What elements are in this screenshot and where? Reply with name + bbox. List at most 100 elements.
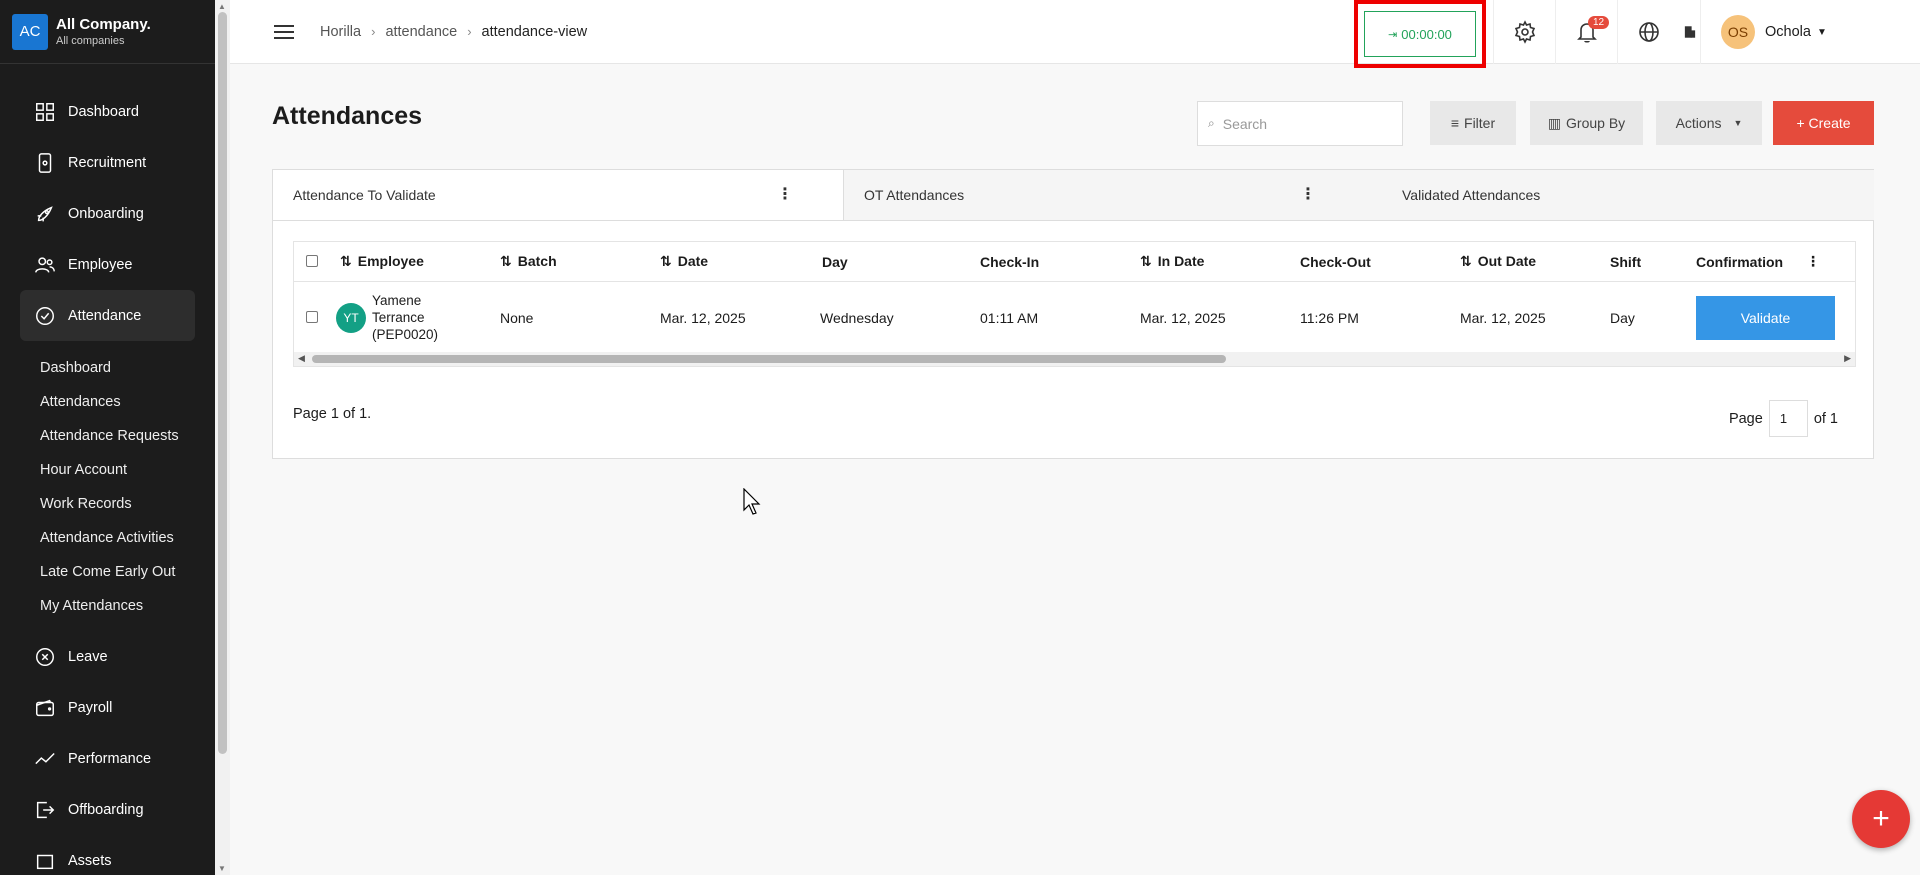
col-batch[interactable]: ⇅ Batch xyxy=(488,253,648,270)
sidebar-scroll-thumb[interactable] xyxy=(218,12,227,754)
group-by-button[interactable]: ▥ Group By xyxy=(1530,101,1643,145)
filter-icon: ≡ xyxy=(1450,115,1460,131)
sidebar-item-leave[interactable]: Leave xyxy=(20,631,195,682)
submenu-my-attendances[interactable]: My Attendances xyxy=(0,589,215,623)
sidebar-item-payroll[interactable]: Payroll xyxy=(20,682,195,733)
sidebar-item-dashboard[interactable]: Dashboard xyxy=(20,86,195,137)
users-icon xyxy=(34,254,56,276)
table-horizontal-scrollbar[interactable]: ◀ ▶ xyxy=(294,352,1855,366)
tab-label: Validated Attendances xyxy=(1402,187,1541,203)
validate-button[interactable]: Validate xyxy=(1696,295,1835,340)
sort-icon: ⇅ xyxy=(1140,253,1152,269)
company-button[interactable] xyxy=(1679,0,1700,64)
actions-label: Actions xyxy=(1675,115,1722,131)
pagination: Page 1 of 1 xyxy=(1729,400,1838,437)
submenu-attendances[interactable]: Attendances xyxy=(0,385,215,419)
table-row[interactable]: YT Yamene Terrance (PEP0020) None Mar. 1… xyxy=(294,282,1855,354)
mouse-cursor-icon xyxy=(743,488,761,515)
sidebar-item-performance[interactable]: Performance xyxy=(20,733,195,784)
search-input[interactable] xyxy=(1222,115,1383,132)
settings-button[interactable] xyxy=(1493,0,1555,64)
page-title: Attendances xyxy=(272,102,423,130)
sidebar-item-label: Onboarding xyxy=(68,205,144,222)
sidebar-item-employee[interactable]: Employee xyxy=(20,239,195,290)
language-button[interactable] xyxy=(1617,0,1679,64)
col-in-date[interactable]: ⇅ In Date xyxy=(1128,253,1288,270)
table-scroll-thumb[interactable] xyxy=(312,355,1226,363)
col-out-date[interactable]: ⇅ Out Date xyxy=(1448,253,1598,270)
caret-down-icon: ▼ xyxy=(1733,118,1743,128)
select-all-checkbox[interactable] xyxy=(294,254,328,270)
scroll-up-icon[interactable]: ▲ xyxy=(218,2,226,11)
filter-label: Filter xyxy=(1464,115,1496,131)
actions-button[interactable]: Actions ▼ xyxy=(1656,101,1762,145)
globe-icon xyxy=(1638,22,1659,42)
gear-icon xyxy=(1514,20,1535,44)
attendance-table: ⇅ Employee ⇅ Batch ⇅ Date Day Check-In ⇅ In … xyxy=(293,241,1856,367)
company-subtitle: All companies xyxy=(56,35,125,47)
more-vertical-icon[interactable]: ⋮ xyxy=(1300,184,1316,204)
tab-label: Attendance To Validate xyxy=(293,187,436,203)
sidebar-item-assets[interactable]: Assets xyxy=(20,835,195,875)
more-vertical-icon[interactable]: ⋮ xyxy=(777,184,793,204)
box-icon xyxy=(34,850,56,872)
col-day: Day xyxy=(822,253,848,270)
clock-in-icon: ⇥ xyxy=(1388,28,1398,41)
create-button[interactable]: + Create xyxy=(1773,101,1874,145)
employee-cell: YT Yamene Terrance (PEP0020) xyxy=(328,292,488,343)
company-logo: AC xyxy=(12,13,48,50)
breadcrumb-item-horilla[interactable]: Horilla xyxy=(320,24,361,40)
building-icon xyxy=(1684,26,1695,38)
company-name: All Company. xyxy=(56,16,151,33)
tab-ot-attendances[interactable]: OT Attendances ⋮ xyxy=(844,170,1366,220)
column-options-icon[interactable]: ⋮ xyxy=(1794,253,1824,270)
tab-bar: Attendance To Validate ⋮ OT Attendances … xyxy=(273,170,1873,221)
sidebar-item-attendance[interactable]: Attendance xyxy=(20,290,195,341)
check-in-timer-button[interactable]: ⇥ 00:00:00 xyxy=(1364,11,1476,57)
scroll-right-icon[interactable]: ▶ xyxy=(1844,353,1851,364)
notification-badge: 12 xyxy=(1588,16,1610,29)
sidebar-item-label: Recruitment xyxy=(68,154,147,171)
sidebar-scrollbar[interactable]: ▲ ▼ xyxy=(215,0,230,875)
page-info: Page 1 of 1. xyxy=(293,406,372,422)
submenu-hour-account[interactable]: Hour Account xyxy=(0,453,215,487)
sidebar-nav: Dashboard Recruitment Onboarding Employe… xyxy=(0,64,215,875)
tab-attendance-to-validate[interactable]: Attendance To Validate ⋮ xyxy=(273,170,844,220)
sidebar-item-recruitment[interactable]: Recruitment xyxy=(20,137,195,188)
tab-validated-attendances[interactable]: Validated Attendances xyxy=(1366,170,1766,220)
page-number-input[interactable]: 1 xyxy=(1768,400,1808,437)
submenu-work-records[interactable]: Work Records xyxy=(0,487,215,521)
sidebar-item-label: Leave xyxy=(68,648,108,665)
out-date-cell: Mar. 12, 2025 xyxy=(1460,309,1546,326)
submenu-dashboard[interactable]: Dashboard xyxy=(0,351,215,385)
employee-name: Yamene Terrance (PEP0020) xyxy=(372,293,439,342)
breadcrumb-item-attendance[interactable]: attendance xyxy=(385,24,457,40)
menu-icon[interactable] xyxy=(274,21,294,43)
scroll-left-icon[interactable]: ◀ xyxy=(298,353,305,364)
sidebar-item-offboarding[interactable]: Offboarding xyxy=(20,784,195,835)
chevron-right-icon: › xyxy=(371,24,376,39)
company-switcher[interactable]: AC All Company. All companies xyxy=(0,0,215,64)
quick-add-button[interactable]: + xyxy=(1852,790,1910,848)
user-menu[interactable]: OS Ochola ▼ xyxy=(1700,0,1920,64)
col-employee[interactable]: ⇅ Employee xyxy=(328,253,488,270)
col-date[interactable]: ⇅ Date xyxy=(648,253,808,270)
check-circle-icon xyxy=(34,305,56,327)
submenu-attendance-requests[interactable]: Attendance Requests xyxy=(0,419,215,453)
sidebar-item-label: Dashboard xyxy=(68,103,139,120)
rocket-icon xyxy=(34,203,56,225)
row-checkbox[interactable] xyxy=(294,310,328,326)
filter-button[interactable]: ≡ Filter xyxy=(1430,101,1516,145)
topbar: Horilla › attendance › attendance-view ⇥… xyxy=(230,0,1920,68)
user-name: Ochola xyxy=(1765,24,1811,40)
notifications-button[interactable]: 12 xyxy=(1555,0,1617,64)
search-box[interactable]: ⌕ xyxy=(1197,101,1403,146)
avatar: YT xyxy=(336,302,366,333)
scroll-down-icon[interactable]: ▼ xyxy=(218,864,226,873)
sidebar-item-label: Offboarding xyxy=(68,801,144,818)
submenu-late-come-early-out[interactable]: Late Come Early Out xyxy=(0,555,215,589)
caret-down-icon: ▼ xyxy=(1816,26,1827,38)
sidebar-item-onboarding[interactable]: Onboarding xyxy=(20,188,195,239)
submenu-attendance-activities[interactable]: Attendance Activities xyxy=(0,521,215,555)
col-shift: Shift xyxy=(1610,253,1642,270)
